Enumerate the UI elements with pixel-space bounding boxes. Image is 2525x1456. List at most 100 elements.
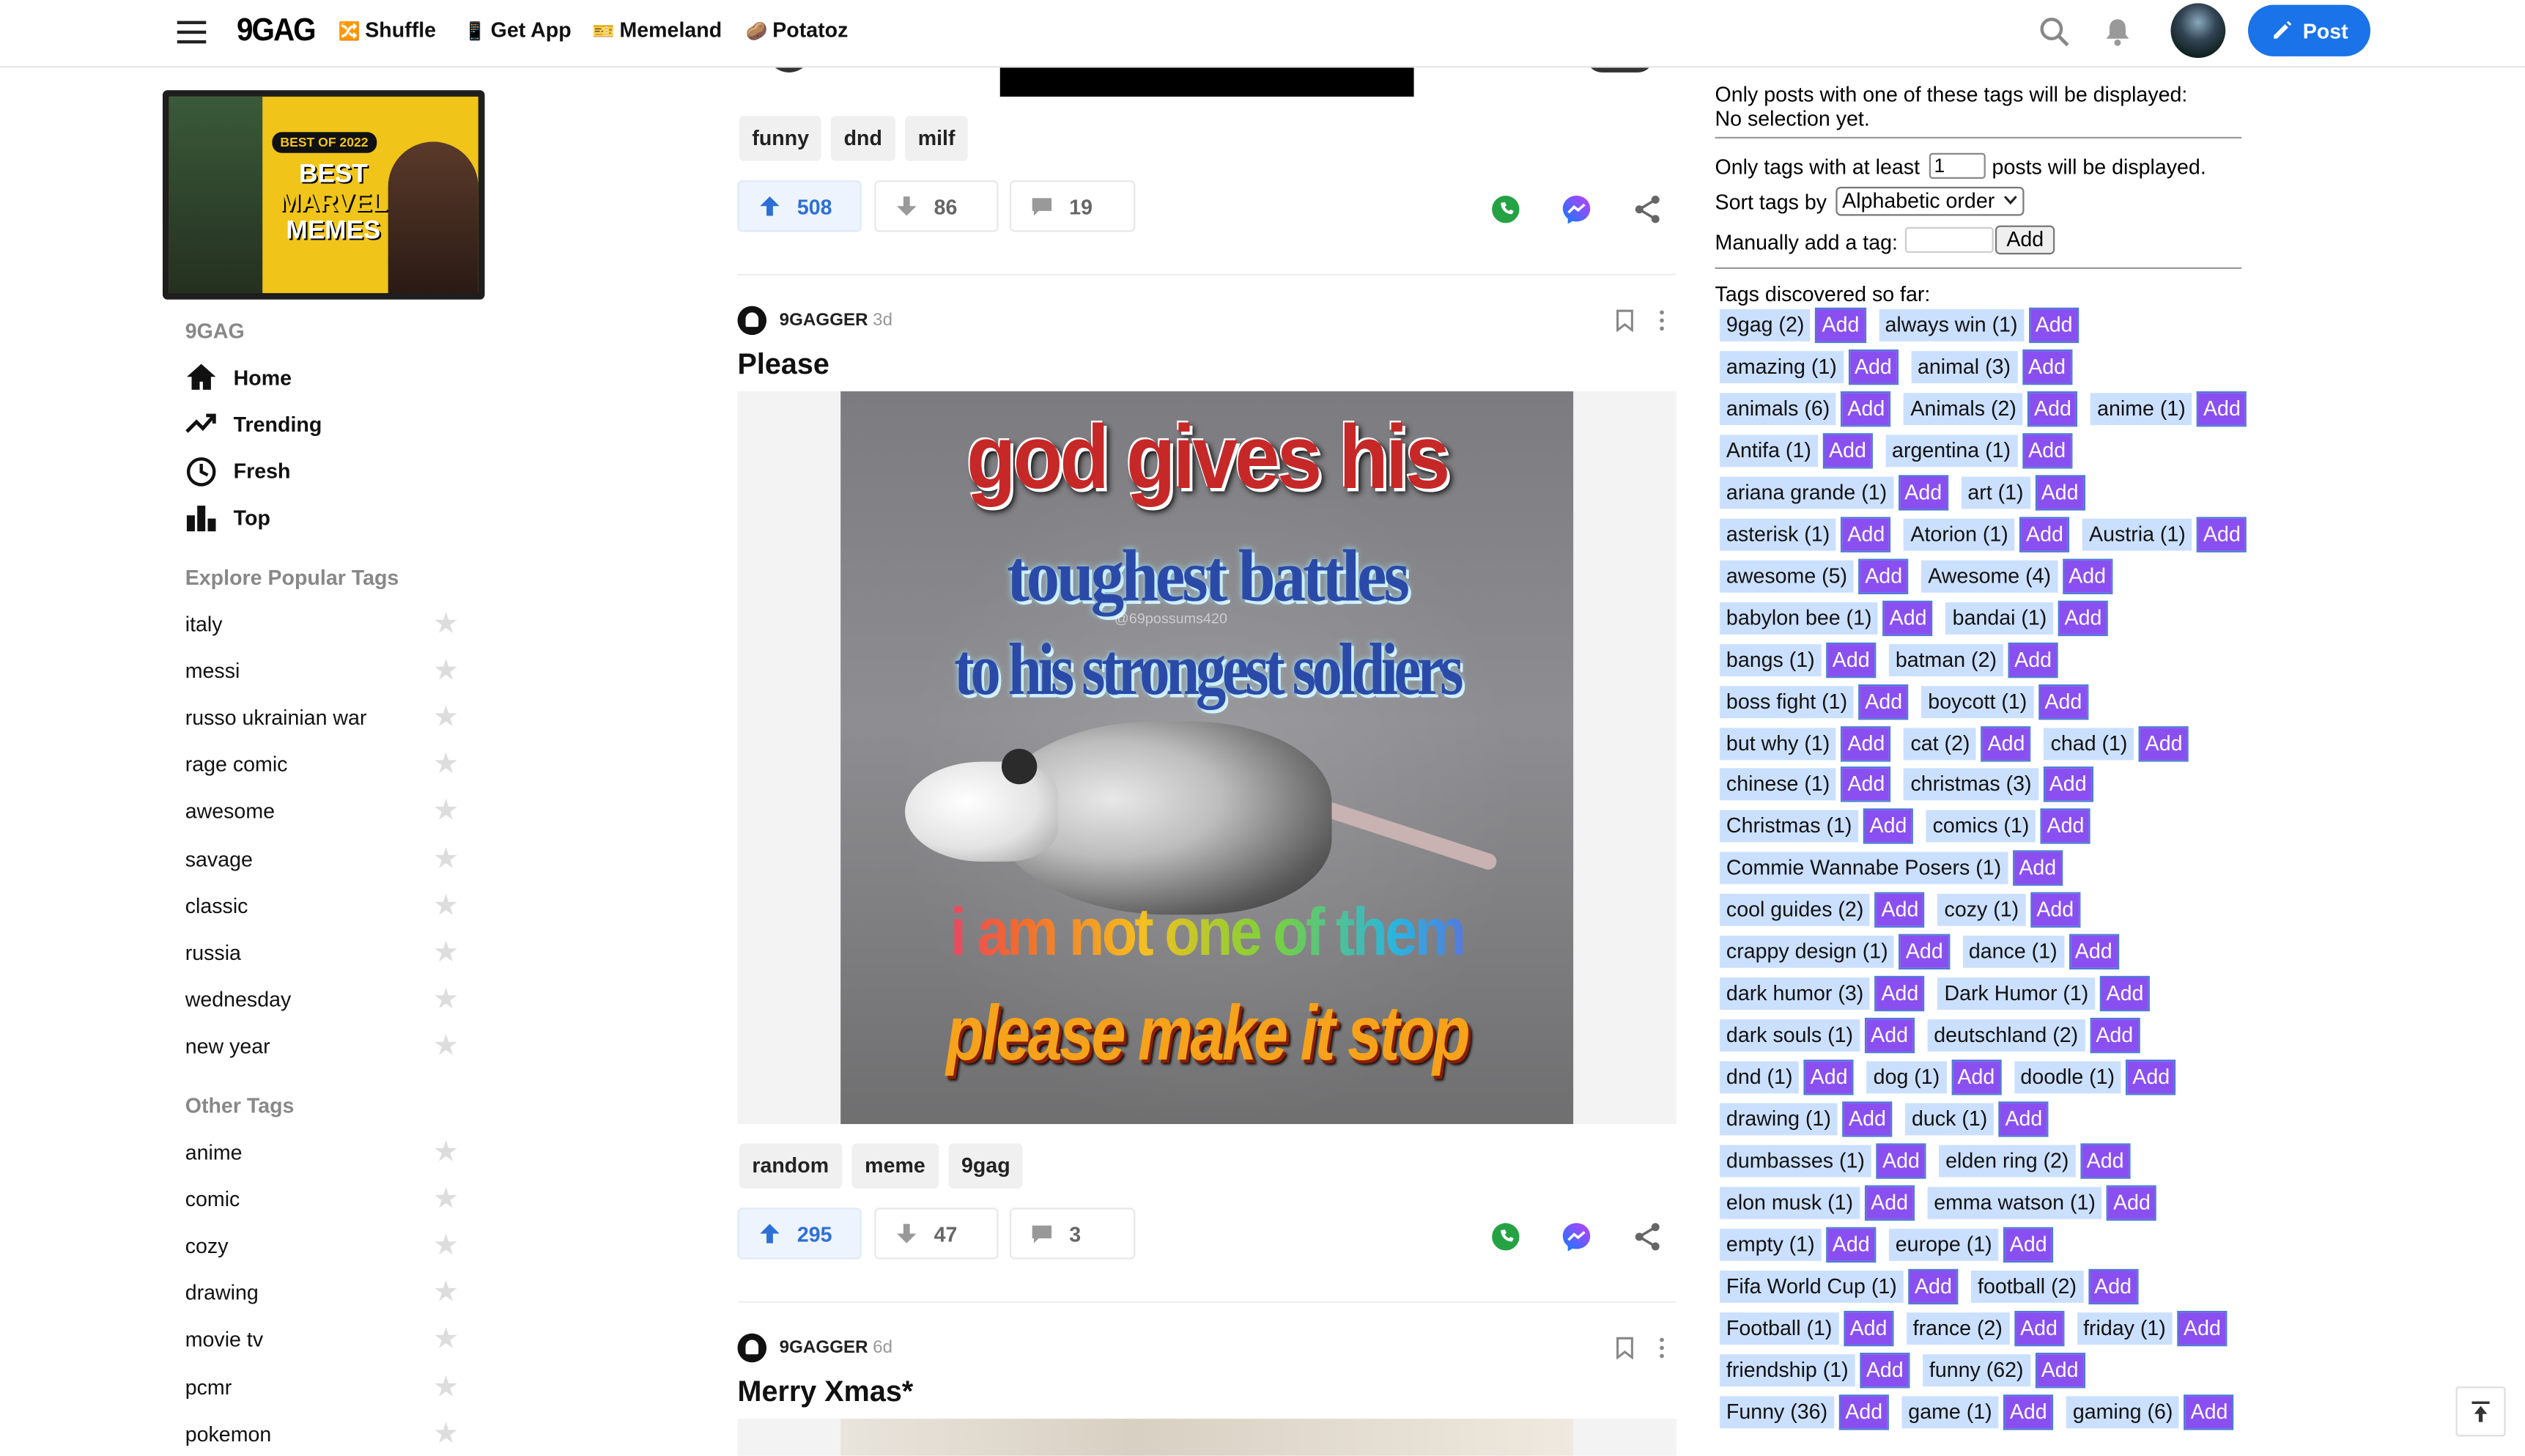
post-meme-image[interactable]: god gives his toughest battles @69possum… <box>840 391 1574 1124</box>
post-tag-chip[interactable]: dnd <box>831 116 895 161</box>
post-author[interactable]: 9GAGGER <box>780 1338 868 1357</box>
add-tag-button[interactable]: Add <box>2126 1060 2176 1095</box>
add-tag-button[interactable]: Add <box>2079 1143 2131 1179</box>
post-tag-chip[interactable]: meme <box>851 1143 939 1189</box>
add-tag-button[interactable]: Add <box>2089 1018 2140 1054</box>
post-button[interactable]: Post <box>2247 4 2371 56</box>
upvote-button[interactable]: 295 <box>737 1208 862 1260</box>
sidebar-tag-item[interactable]: drawing ★ <box>185 1276 459 1313</box>
sidebar-tag-item[interactable]: italy ★ <box>185 607 459 644</box>
star-icon[interactable]: ★ <box>433 701 459 734</box>
sidebar-tag-item[interactable]: movie tv ★ <box>185 1323 459 1360</box>
add-tag-button[interactable]: Add <box>2038 684 2089 720</box>
site-logo[interactable]: 9GAG <box>237 13 317 51</box>
share-icon[interactable] <box>1631 193 1663 226</box>
add-tag-button[interactable]: Add <box>1825 1227 1877 1263</box>
scroll-to-top-icon[interactable] <box>2455 1386 2506 1437</box>
nav-potatoz[interactable]: 🥔 Potatoz <box>746 18 849 42</box>
bell-icon[interactable] <box>2101 16 2134 48</box>
add-tag-button[interactable]: Add <box>2138 725 2189 761</box>
next-post-image[interactable] <box>840 1419 1574 1456</box>
star-icon[interactable]: ★ <box>433 1135 459 1169</box>
hamburger-menu-icon[interactable] <box>177 21 207 44</box>
sidebar-tag-item[interactable]: messi ★ <box>185 654 459 691</box>
min-posts-input[interactable] <box>1929 152 1986 179</box>
add-tag-button[interactable]: Add <box>1843 1310 1894 1346</box>
sidebar-tag-item[interactable]: russia ★ <box>185 935 459 972</box>
add-tag-button[interactable]: Add <box>2040 809 2091 845</box>
previous-post-media[interactable] <box>999 66 1414 97</box>
sidebar-tag-item[interactable]: rage comic ★ <box>185 747 459 785</box>
add-tag-button[interactable]: Add <box>1908 1268 1959 1304</box>
add-tag-button[interactable]: Add <box>2014 1310 2064 1346</box>
star-icon[interactable]: ★ <box>433 1323 459 1356</box>
nav-shuffle[interactable]: 🔀 Shuffle <box>339 18 437 42</box>
add-tag-button[interactable]: Add <box>2197 391 2247 427</box>
add-tag-button[interactable]: Add <box>1838 1394 1889 1430</box>
sidebar-tag-item[interactable]: comic ★ <box>185 1182 459 1219</box>
add-tag-button[interactable]: Add <box>1803 1060 1855 1095</box>
sort-select[interactable]: Alphabetic order <box>1835 186 2025 216</box>
star-icon[interactable]: ★ <box>433 1182 459 1216</box>
messenger-icon[interactable] <box>1561 193 1593 226</box>
add-tag-button[interactable]: Add <box>1848 349 1899 385</box>
more-options-icon[interactable] <box>1657 1337 1666 1359</box>
add-tag-button[interactable]: Add <box>2019 516 2070 553</box>
add-tag-button[interactable]: Add <box>1815 307 1866 344</box>
add-tag-button[interactable]: Add <box>2012 851 2063 887</box>
add-tag-button[interactable]: Add <box>1864 1018 1915 1054</box>
more-options-icon[interactable] <box>1657 309 1666 332</box>
add-tag-button[interactable]: Add <box>2034 474 2085 511</box>
bookmark-icon[interactable] <box>1615 1337 1634 1359</box>
add-tag-button[interactable]: Add <box>2062 558 2112 594</box>
add-tag-button[interactable]: Add <box>2058 599 2109 636</box>
add-tag-button[interactable]: Add <box>2030 893 2080 928</box>
add-tag-button[interactable]: Add <box>1864 1185 1915 1221</box>
author-avatar[interactable] <box>737 306 767 336</box>
star-icon[interactable]: ★ <box>433 794 459 828</box>
post-tag-chip[interactable]: 9gag <box>948 1143 1024 1189</box>
add-tag-button[interactable]: Add <box>2042 767 2093 803</box>
add-tag-button[interactable]: Add <box>2003 1394 2054 1430</box>
add-tag-button[interactable]: Add <box>1899 934 1950 970</box>
star-icon[interactable]: ★ <box>433 1370 459 1403</box>
whatsapp-icon[interactable] <box>1490 1221 1522 1253</box>
star-icon[interactable]: ★ <box>433 747 459 781</box>
add-tag-button[interactable]: Add <box>2034 1352 2085 1388</box>
manual-tag-input[interactable] <box>1904 226 1994 254</box>
add-tag-button[interactable]: Add <box>2197 516 2247 553</box>
add-tag-button[interactable]: Add <box>1841 725 1892 761</box>
star-icon[interactable]: ★ <box>433 935 459 969</box>
user-avatar[interactable] <box>2170 3 2226 59</box>
manual-add-button[interactable]: Add <box>1995 225 2055 255</box>
best-of-banner[interactable]: BEST OF 2022 BEST MARVEL MEMES <box>162 90 485 300</box>
star-icon[interactable]: ★ <box>433 1416 459 1450</box>
post-author[interactable]: 9GAGGER <box>780 311 868 330</box>
nav-get-app[interactable]: 📱 Get App <box>464 18 572 42</box>
downvote-button[interactable]: 47 <box>874 1208 999 1260</box>
add-tag-button[interactable]: Add <box>2068 934 2119 970</box>
author-avatar[interactable] <box>737 1333 767 1363</box>
sidebar-tag-item[interactable]: cozy ★ <box>185 1229 459 1266</box>
post-title[interactable]: Please <box>738 348 829 382</box>
add-tag-button[interactable]: Add <box>1863 809 1914 845</box>
add-tag-button[interactable]: Add <box>2184 1394 2235 1430</box>
add-tag-button[interactable]: Add <box>1841 767 1892 803</box>
upvote-button[interactable]: 508 <box>737 180 862 232</box>
add-tag-button[interactable]: Add <box>2008 641 2058 678</box>
add-tag-button[interactable]: Add <box>2027 391 2078 427</box>
add-tag-button[interactable]: Add <box>2003 1227 2054 1263</box>
post-tag-chip[interactable]: funny <box>739 116 822 161</box>
add-tag-button[interactable]: Add <box>1951 1060 2002 1095</box>
star-icon[interactable]: ★ <box>433 841 459 875</box>
star-icon[interactable]: ★ <box>433 654 459 687</box>
add-tag-button[interactable]: Add <box>1882 599 1934 636</box>
sidebar-tag-item[interactable]: anime ★ <box>185 1135 459 1172</box>
add-tag-button[interactable]: Add <box>1898 474 1948 511</box>
add-tag-button[interactable]: Add <box>2107 1185 2157 1221</box>
share-icon[interactable] <box>1631 1221 1663 1253</box>
sidebar-tag-item[interactable]: russo ukrainian war ★ <box>185 701 459 738</box>
star-icon[interactable]: ★ <box>433 607 459 641</box>
post-tag-chip[interactable]: milf <box>905 116 969 161</box>
add-tag-button[interactable]: Add <box>1876 1143 1926 1179</box>
